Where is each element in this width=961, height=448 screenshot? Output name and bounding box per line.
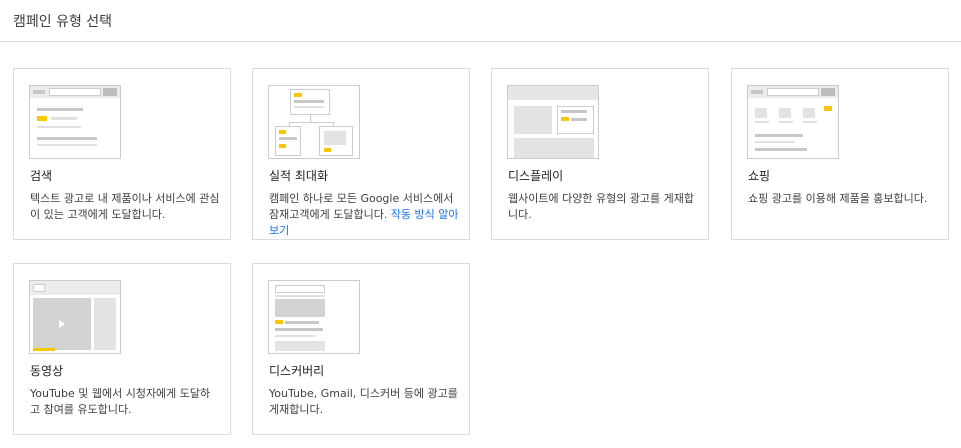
shopping-campaign-illustration <box>747 85 839 159</box>
search-campaign-illustration <box>29 85 121 159</box>
discovery-campaign-illustration <box>268 280 360 354</box>
campaign-card-shopping[interactable]: 쇼핑 쇼핑 광고를 이용해 제품을 홍보합니다. <box>731 68 949 240</box>
page-header: 캠페인 유형 선택 <box>0 0 961 42</box>
card-title: 디스커버리 <box>269 364 325 378</box>
video-campaign-illustration <box>29 280 121 354</box>
play-icon <box>59 320 65 328</box>
campaign-card-discovery[interactable]: 디스커버리 YouTube, Gmail, 디스커버 등에 광고를 게재합니다. <box>252 263 470 435</box>
card-title: 동영상 <box>30 364 64 378</box>
card-description: YouTube, Gmail, 디스커버 등에 광고를 게재합니다. <box>269 387 458 416</box>
page-title: 캠페인 유형 선택 <box>13 14 113 30</box>
campaign-card-video[interactable]: 동영상 YouTube 및 웹에서 시청자에게 도달하고 참여를 유도합니다. <box>13 263 231 435</box>
card-title: 검색 <box>30 169 53 183</box>
campaign-card-performance-max[interactable]: 실적 최대화 캠페인 하나로 모든 Google 서비스에서 잠재고객에게 도달… <box>252 68 470 240</box>
card-description: YouTube 및 웹에서 시청자에게 도달하고 참여를 유도합니다. <box>30 387 211 416</box>
card-title: 쇼핑 <box>748 169 771 183</box>
card-description: 웹사이트에 다양한 유형의 광고를 게재합니다. <box>508 192 695 221</box>
card-description: 캠페인 하나로 모든 Google 서비스에서 잠재고객에게 도달합니다. 작동… <box>269 191 459 239</box>
card-description: 텍스트 광고로 내 제품이나 서비스에 관심이 있는 고객에게 도달합니다. <box>30 192 220 221</box>
card-description: 쇼핑 광고를 이용해 제품을 홍보합니다. <box>748 192 928 205</box>
campaign-card-search[interactable]: 검색 텍스트 광고로 내 제품이나 서비스에 관심이 있는 고객에게 도달합니다… <box>13 68 231 240</box>
campaign-card-display[interactable]: 디스플레이 웹사이트에 다양한 유형의 광고를 게재합니다. <box>491 68 709 240</box>
card-title: 디스플레이 <box>508 169 564 183</box>
performance-max-illustration <box>268 85 360 159</box>
card-title: 실적 최대화 <box>269 169 329 183</box>
display-campaign-illustration <box>507 85 599 159</box>
